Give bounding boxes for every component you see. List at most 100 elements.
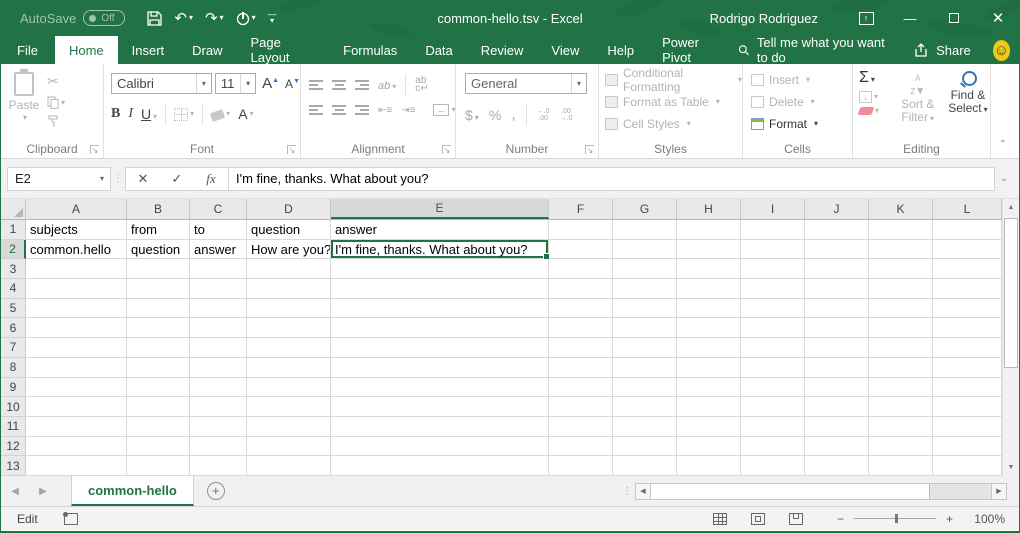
format-cells-button[interactable]: Format ▾	[751, 113, 852, 135]
row-header-3[interactable]: 3	[1, 259, 26, 279]
conditional-formatting-button[interactable]: Conditional Formatting ▾	[605, 69, 742, 91]
increase-indent-button[interactable]: ⇥≡	[401, 105, 415, 116]
row-header-10[interactable]: 10	[1, 397, 26, 417]
underline-button[interactable]: U▾	[141, 106, 157, 122]
grid-cell-A1[interactable]: subjects	[26, 220, 127, 240]
grid-cell-C13[interactable]	[190, 456, 247, 476]
grid-cell-F11[interactable]	[549, 417, 613, 437]
grid-cell-L4[interactable]	[933, 279, 1002, 299]
grid-cell-E5[interactable]	[331, 299, 549, 319]
maximize-button[interactable]	[932, 0, 976, 36]
grid-cell-B8[interactable]	[127, 358, 190, 378]
column-header-I[interactable]: I	[741, 199, 805, 219]
grid-cell-H7[interactable]	[677, 338, 741, 358]
zoom-level[interactable]: 100%	[953, 512, 1005, 526]
grid-cell-J7[interactable]	[805, 338, 869, 358]
cancel-button[interactable]: ✕	[126, 171, 160, 187]
grid-cell-F7[interactable]	[549, 338, 613, 358]
grid-cell-B6[interactable]	[127, 318, 190, 338]
grid-cell-A2[interactable]: common.hello	[26, 240, 127, 260]
formula-bar-drag-handle[interactable]: ⋮	[111, 173, 125, 184]
grid-cell-B3[interactable]	[127, 259, 190, 279]
insert-function-button[interactable]: fx	[194, 171, 228, 187]
redo-button[interactable]: ↷▾	[201, 6, 228, 30]
undo-button[interactable]: ↶▾	[170, 6, 197, 30]
merge-center-button[interactable]: ↔▾	[433, 104, 455, 116]
grid-cell-L11[interactable]	[933, 417, 1002, 437]
grid-cell-D11[interactable]	[247, 417, 331, 437]
grid-cell-C1[interactable]: to	[190, 220, 247, 240]
grid-cell-K11[interactable]	[869, 417, 933, 437]
tab-draw[interactable]: Draw	[178, 36, 236, 64]
grid-cell-C11[interactable]	[190, 417, 247, 437]
grid-cell-I2[interactable]	[741, 240, 805, 260]
tab-help[interactable]: Help	[593, 36, 648, 64]
grid-cell-E7[interactable]	[331, 338, 549, 358]
vertical-scroll-track[interactable]	[1003, 216, 1019, 459]
grid-cell-F9[interactable]	[549, 378, 613, 398]
grid-cell-A12[interactable]	[26, 437, 127, 457]
row-header-13[interactable]: 13	[1, 456, 26, 476]
grid-cell-H9[interactable]	[677, 378, 741, 398]
grid-cell-E10[interactable]	[331, 397, 549, 417]
grid-cell-J11[interactable]	[805, 417, 869, 437]
tab-view[interactable]: View	[537, 36, 593, 64]
font-size-select[interactable]: 11 ▾	[215, 73, 256, 94]
grid-cell-H5[interactable]	[677, 299, 741, 319]
italic-button[interactable]: I	[128, 106, 133, 122]
grid-cell-J9[interactable]	[805, 378, 869, 398]
row-header-4[interactable]: 4	[1, 279, 26, 299]
grid-cell-E2[interactable]: I'm fine, thanks. What about you?	[331, 240, 549, 260]
grid-cell-E8[interactable]	[331, 358, 549, 378]
bold-button[interactable]: B	[111, 106, 120, 122]
format-as-table-button[interactable]: Format as Table ▾	[605, 91, 742, 113]
align-right-button[interactable]	[355, 105, 369, 115]
decrease-font-size-button[interactable]: A▼	[285, 77, 300, 91]
grid-cell-G10[interactable]	[613, 397, 677, 417]
format-painter-button[interactable]	[47, 115, 65, 127]
decrease-indent-button[interactable]: ⇤≡	[378, 105, 392, 116]
grid-cell-G8[interactable]	[613, 358, 677, 378]
grid-cell-D13[interactable]	[247, 456, 331, 476]
fill-button[interactable]: ↓▾	[859, 91, 890, 103]
grid-cell-K13[interactable]	[869, 456, 933, 476]
grid-cell-K3[interactable]	[869, 259, 933, 279]
grid-cell-H3[interactable]	[677, 259, 741, 279]
grid-cell-D3[interactable]	[247, 259, 331, 279]
tab-power-pivot[interactable]: Power Pivot	[648, 36, 737, 64]
grid-cell-J10[interactable]	[805, 397, 869, 417]
grid-cell-K10[interactable]	[869, 397, 933, 417]
delete-cells-button[interactable]: Delete ▾	[751, 91, 852, 113]
grid-cell-G7[interactable]	[613, 338, 677, 358]
grid-cell-K9[interactable]	[869, 378, 933, 398]
row-header-12[interactable]: 12	[1, 437, 26, 457]
grid-cell-L7[interactable]	[933, 338, 1002, 358]
grid-cell-H8[interactable]	[677, 358, 741, 378]
column-header-K[interactable]: K	[869, 199, 933, 219]
grid-cell-I7[interactable]	[741, 338, 805, 358]
grid-cell-B2[interactable]: question	[127, 240, 190, 260]
grid-cell-D6[interactable]	[247, 318, 331, 338]
grid-cell-B5[interactable]	[127, 299, 190, 319]
row-header-7[interactable]: 7	[1, 338, 26, 358]
name-box[interactable]: E2 ▾	[7, 167, 111, 191]
grid-cell-H6[interactable]	[677, 318, 741, 338]
grid-cell-C4[interactable]	[190, 279, 247, 299]
grid-cell-B10[interactable]	[127, 397, 190, 417]
column-header-A[interactable]: A	[26, 199, 127, 219]
tab-review[interactable]: Review	[467, 36, 538, 64]
autosum-button[interactable]: Σ▾	[859, 69, 890, 87]
grid-cell-G1[interactable]	[613, 220, 677, 240]
next-sheet-button[interactable]: ▶	[29, 476, 57, 506]
grid-cell-G11[interactable]	[613, 417, 677, 437]
grid-cell-D2[interactable]: How are you?	[247, 240, 331, 260]
zoom-out-button[interactable]: −	[837, 512, 844, 526]
grid-cell-L5[interactable]	[933, 299, 1002, 319]
grid-cell-E3[interactable]	[331, 259, 549, 279]
grid-cell-F6[interactable]	[549, 318, 613, 338]
column-header-H[interactable]: H	[677, 199, 741, 219]
grid-cell-C7[interactable]	[190, 338, 247, 358]
grid-cell-J6[interactable]	[805, 318, 869, 338]
font-family-select[interactable]: Calibri ▾	[111, 73, 212, 94]
sheet-tab-common-hello[interactable]: common-hello	[71, 476, 194, 506]
